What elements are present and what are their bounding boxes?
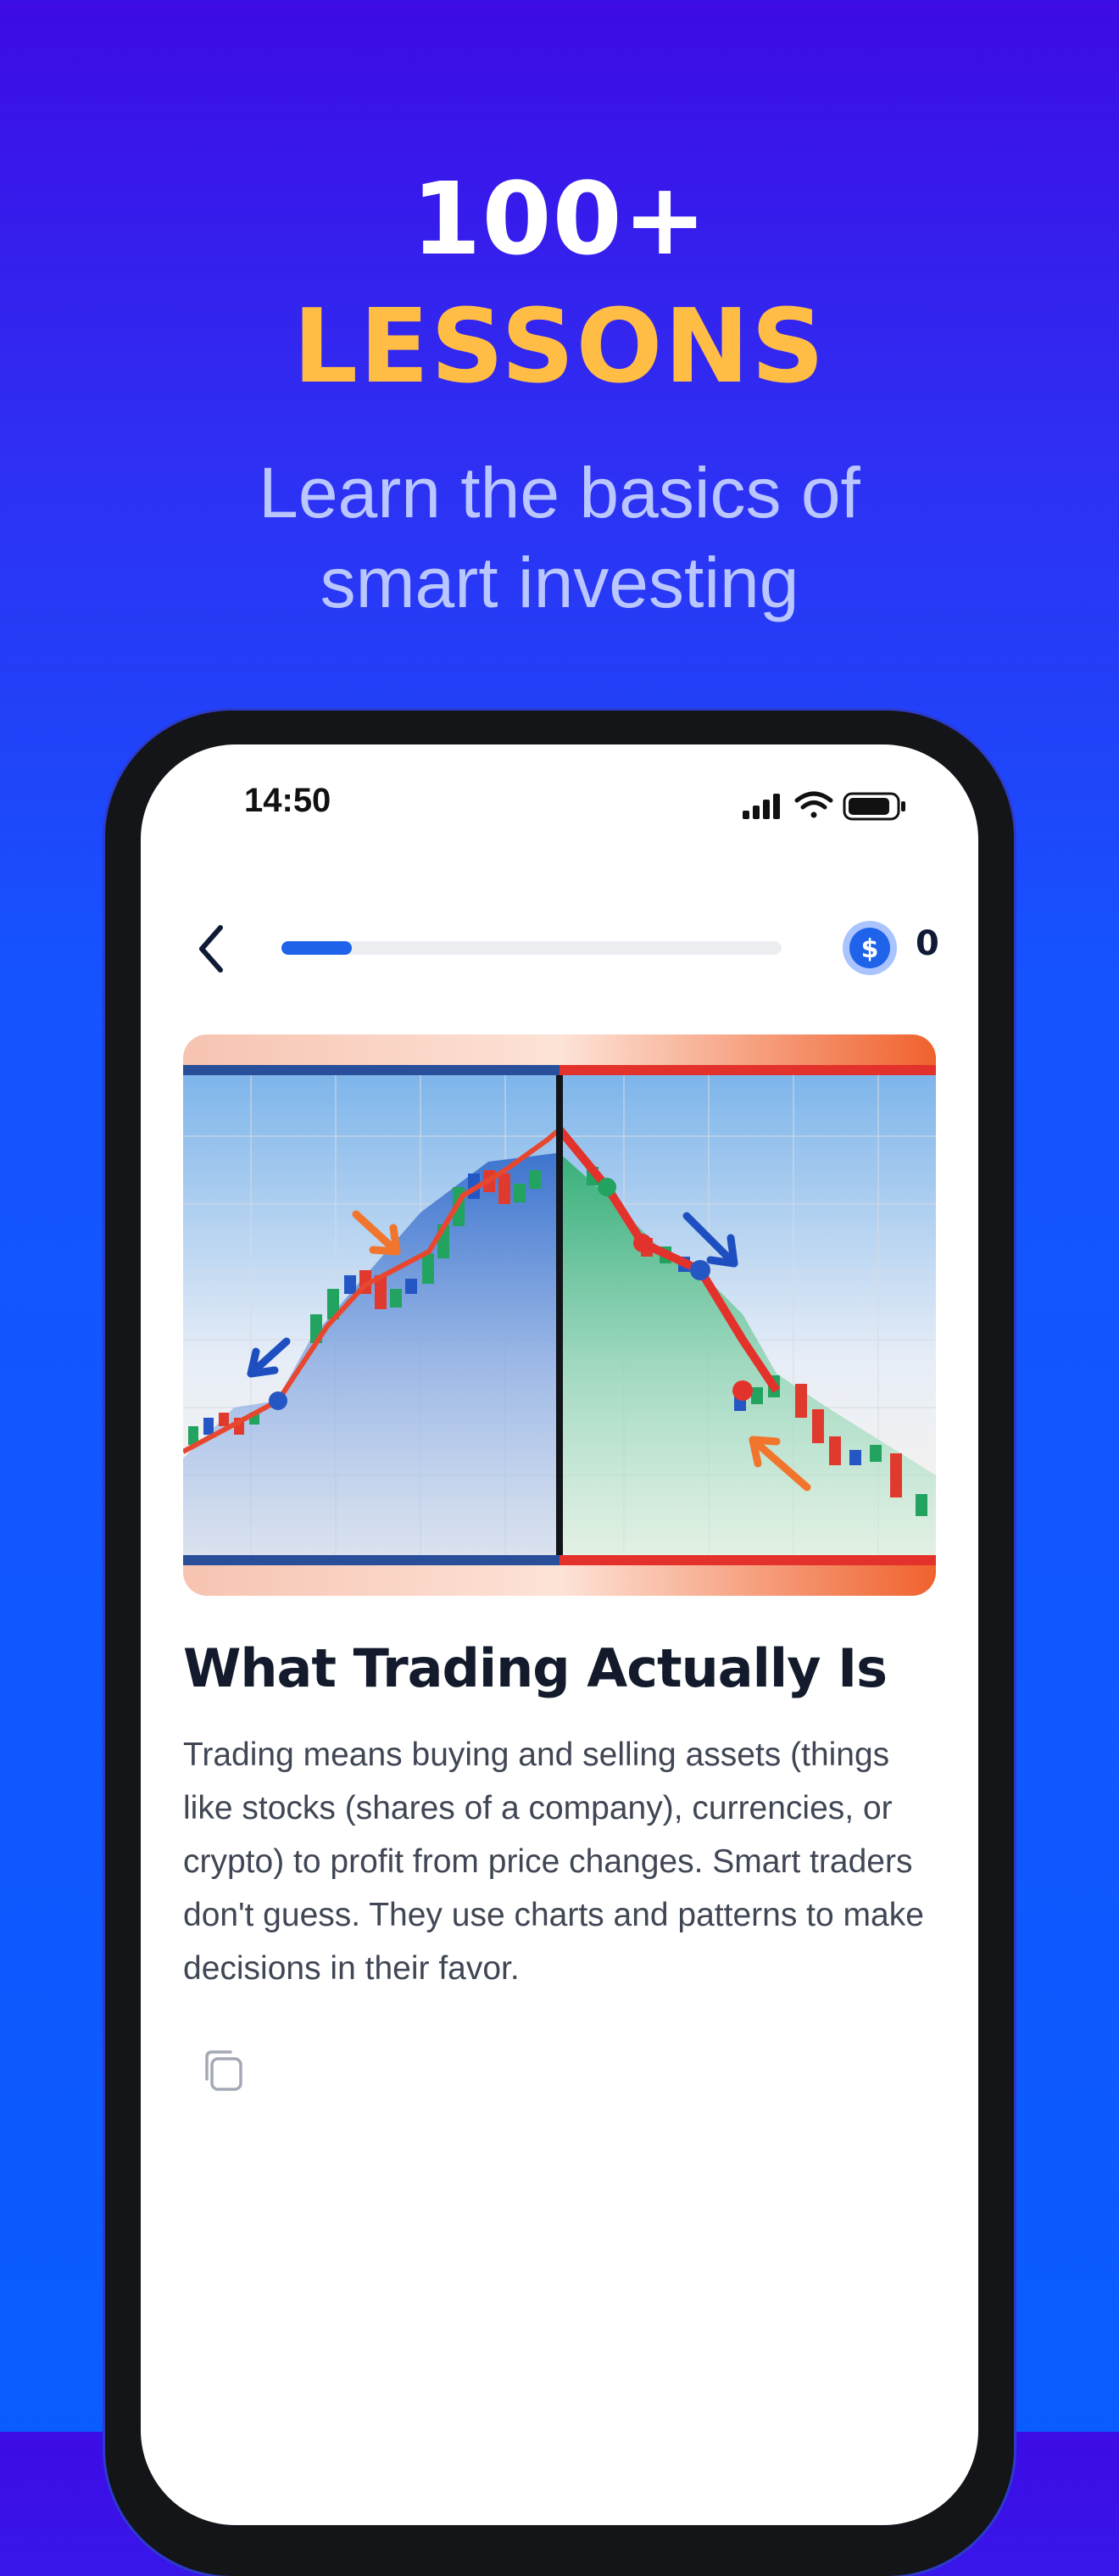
hero-word: LESSONS (292, 288, 827, 406)
lesson-progress-fill (281, 941, 352, 955)
dollar-coin-icon: $ (843, 921, 897, 975)
hero-count: 100+ (411, 160, 708, 277)
status-icons (743, 791, 905, 821)
coin-balance-button[interactable]: $ (841, 919, 899, 977)
candlestick-chart-illustration (183, 1034, 936, 1596)
wifi-icon (794, 791, 833, 818)
hero-subtitle: Learn the basics of smart investing (0, 448, 1119, 627)
hero-subtitle-line1: Learn the basics of (259, 453, 860, 532)
copy-button[interactable] (197, 2045, 248, 2096)
lesson-illustration (183, 1034, 936, 1596)
status-time: 14:50 (244, 782, 331, 819)
lesson-progress-bar (281, 941, 782, 955)
chevron-left-icon (199, 925, 223, 973)
phone-screen: 14:50 $ 0 What Trading Actually Is Tradi… (141, 744, 978, 2525)
cellular-signal-icon (743, 794, 780, 819)
lesson-title: What Trading Actually Is (183, 1637, 888, 1699)
hero-subtitle-line2: smart investing (320, 543, 799, 622)
coin-count: 0 (916, 924, 939, 963)
svg-text:$: $ (861, 934, 879, 964)
lesson-body: Trading means buying and selling assets … (183, 1737, 924, 1987)
battery-icon (843, 792, 905, 821)
back-button[interactable] (188, 919, 239, 979)
copy-icon (205, 2050, 242, 2091)
